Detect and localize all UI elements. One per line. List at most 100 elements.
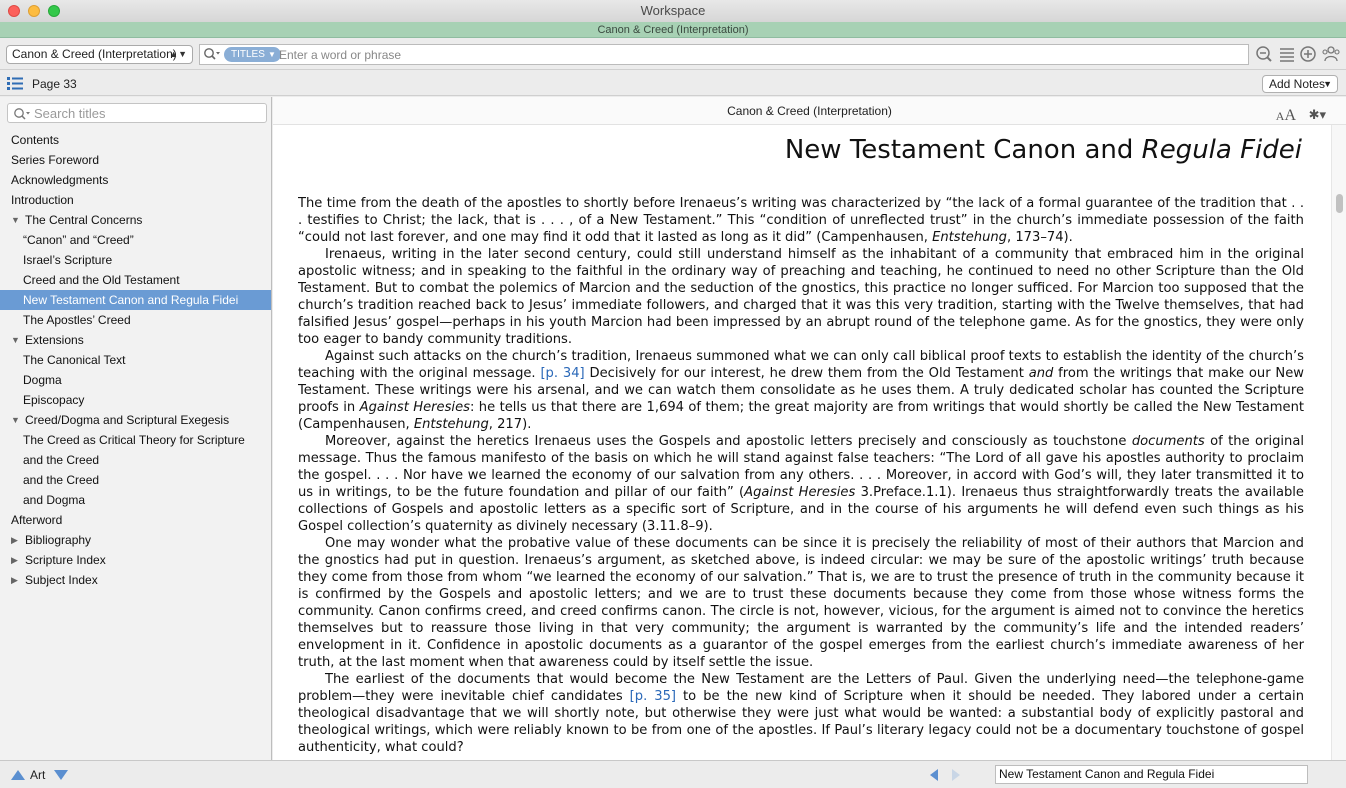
sidebar-item[interactable]: and Dogma <box>0 490 271 510</box>
sidebar-item-label: and Dogma <box>23 493 86 507</box>
location-field[interactable]: New Testament Canon and Regula Fidei <box>995 765 1308 784</box>
sidebar-item-label: Bibliography <box>25 533 92 547</box>
article-body: New Testament Canon and Regula Fidei The… <box>298 133 1304 759</box>
panel-title: Canon & Creed (Interpretation) <box>597 24 749 36</box>
bottom-bar: Art New Testament Canon and Regula Fidei <box>0 760 1346 788</box>
document-scrollbar[interactable] <box>1331 125 1346 760</box>
sidebar-item-label: Subject Index <box>25 573 98 587</box>
page-reference-link[interactable]: [p. 35] <box>630 689 676 704</box>
minimize-window-button[interactable] <box>28 5 40 17</box>
chapter-title-italic: Regula Fidei <box>1141 135 1302 165</box>
sidebar-item[interactable]: ▼ Extensions <box>0 330 271 350</box>
document-pane: Canon & Creed (Interpretation) AA ✱▾ New… <box>273 97 1346 760</box>
sidebar-item[interactable]: ▶ Subject Index <box>0 570 271 590</box>
sidebar-item-label: and the Creed <box>23 473 100 487</box>
sidebar-item-label: Creed and the Old Testament <box>23 273 180 287</box>
sidebar-item-label: Contents <box>11 133 60 147</box>
zoom-window-button[interactable] <box>48 5 60 17</box>
document-header: Canon & Creed (Interpretation) AA ✱▾ <box>273 97 1346 125</box>
search-scope-pill[interactable]: TITLES ▼ <box>224 47 281 62</box>
add-circle-icon[interactable] <box>1299 45 1317 63</box>
disclosure-closed-icon[interactable]: ▶ <box>11 530 18 550</box>
font-larger-icon[interactable]: A <box>1284 107 1296 124</box>
back-arrow-icon[interactable] <box>928 768 940 782</box>
toolbar: Canon & Creed (Interpretation) ▲▼ TITLES… <box>0 38 1346 70</box>
sidebar-item[interactable]: The Canonical Text <box>0 350 271 370</box>
italic-text: Against Heresies <box>359 400 470 415</box>
sidebar-item-label: Series Foreword <box>11 153 100 167</box>
sidebar-item-label: Extensions <box>25 333 84 347</box>
sidebar-item-label: “Canon” and “Creed” <box>23 233 134 247</box>
title-search-box[interactable] <box>7 103 267 123</box>
sidebar-item-label: Dogma <box>23 373 62 387</box>
window-title: Workspace <box>640 3 706 18</box>
sidebar-item[interactable]: Afterword <box>0 510 271 530</box>
sidebar-item[interactable]: New Testament Canon and Regula Fidei <box>0 290 271 310</box>
italic-text: Entstehung <box>413 417 489 432</box>
search-icon <box>14 108 30 120</box>
font-size-controls: AA <box>1276 102 1296 130</box>
search-icon <box>204 48 220 60</box>
gear-icon[interactable]: ✱▾ <box>1309 101 1326 129</box>
sidebar-item-label: Episcopacy <box>23 393 85 407</box>
page-reference-link[interactable]: [p. 34] <box>540 366 584 381</box>
sidebar-item-label: The Creed as Critical Theory for Scriptu… <box>23 433 245 447</box>
sidebar-item[interactable]: Episcopacy <box>0 390 271 410</box>
table-of-contents-icon[interactable] <box>7 77 23 90</box>
close-window-button[interactable] <box>8 5 20 17</box>
triangle-up-icon[interactable] <box>10 769 26 781</box>
people-icon[interactable] <box>1321 45 1340 63</box>
page-label: Page 33 <box>32 77 77 91</box>
panel-title-strip: Canon & Creed (Interpretation) <box>0 22 1346 38</box>
disclosure-open-icon[interactable]: ▼ <box>11 210 20 230</box>
sidebar-item[interactable]: Series Foreword <box>0 150 271 170</box>
paragraphs: The time from the death of the apostles … <box>298 195 1304 756</box>
chevron-down-icon: ▲▼ <box>169 49 187 59</box>
sidebar-item[interactable]: ▼ The Central Concerns <box>0 210 271 230</box>
sidebar-item[interactable]: “Canon” and “Creed” <box>0 230 271 250</box>
sidebar-item[interactable]: Contents <box>0 130 271 150</box>
disclosure-closed-icon[interactable]: ▶ <box>11 550 18 570</box>
zoom-out-icon[interactable] <box>1255 45 1273 63</box>
sidebar-item-label: Creed/Dogma and Scriptural Exegesis <box>25 413 230 427</box>
sidebar-item-label: Acknowledgments <box>11 173 109 187</box>
paragraph: Moreover, against the heretics Irenaeus … <box>298 433 1304 535</box>
forward-arrow-icon[interactable] <box>950 768 962 782</box>
search-box[interactable]: TITLES ▼ <box>199 44 1249 65</box>
sidebar-item[interactable]: Israel’s Scripture <box>0 250 271 270</box>
art-label: Art <box>30 768 46 782</box>
sidebar-item[interactable]: ▶ Scripture Index <box>0 550 271 570</box>
italic-text: and <box>1028 366 1054 381</box>
list-lines-icon[interactable] <box>1278 45 1296 63</box>
disclosure-open-icon[interactable]: ▼ <box>11 410 20 430</box>
disclosure-closed-icon[interactable]: ▶ <box>11 570 18 590</box>
paragraph-text: , 173–74). <box>1007 230 1073 245</box>
sidebar-item[interactable]: Introduction <box>0 190 271 210</box>
disclosure-open-icon[interactable]: ▼ <box>11 330 20 350</box>
sidebar-item[interactable]: ▶ Bibliography <box>0 530 271 550</box>
sidebar-item[interactable]: Acknowledgments <box>0 170 271 190</box>
search-input[interactable] <box>279 46 1239 63</box>
add-notes-label: Add Notes <box>1269 77 1326 91</box>
add-notes-button[interactable]: Add Notes ▼ <box>1262 75 1338 93</box>
italic-text: documents <box>1131 434 1205 449</box>
window-titlebar: Workspace <box>0 0 1346 22</box>
toc-list: Contents Series Foreword Acknowledgments In… <box>0 130 271 590</box>
sidebar-item[interactable]: and the Creed <box>0 470 271 490</box>
chevron-down-icon: ▼ <box>1323 79 1332 89</box>
sidebar-item-label: and the Creed <box>23 453 100 467</box>
sidebar-item[interactable]: The Apostles’ Creed <box>0 310 271 330</box>
paragraph-text: One may wonder what the probative value … <box>298 536 1304 670</box>
sidebar-item[interactable]: and the Creed <box>0 450 271 470</box>
sidebar-item[interactable]: Dogma <box>0 370 271 390</box>
paragraph-text: Irenaeus, writing in the later second ce… <box>298 247 1304 347</box>
paragraph-text: The time from the death of the apostles … <box>298 196 1304 245</box>
resource-select[interactable]: Canon & Creed (Interpretation) ▲▼ <box>6 45 193 64</box>
triangle-down-icon[interactable] <box>53 769 69 781</box>
sidebar-item[interactable]: Creed and the Old Testament <box>0 270 271 290</box>
scrollbar-thumb[interactable] <box>1336 194 1343 213</box>
sidebar-item[interactable]: ▼ Creed/Dogma and Scriptural Exegesis <box>0 410 271 430</box>
sidebar-item[interactable]: The Creed as Critical Theory for Scriptu… <box>0 430 271 450</box>
paragraph-text: , 217). <box>488 417 532 432</box>
title-search-input[interactable] <box>34 105 259 121</box>
